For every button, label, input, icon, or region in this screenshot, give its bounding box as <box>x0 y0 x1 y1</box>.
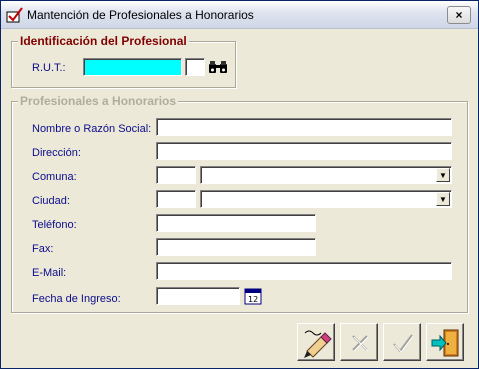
honorarios-legend: Profesionales a Honorarios <box>18 94 179 108</box>
binoculars-icon[interactable] <box>208 59 228 75</box>
nombre-input[interactable] <box>156 118 452 136</box>
main-window: Mantención de Profesionales a Honorarios… <box>0 0 479 369</box>
email-input[interactable] <box>156 262 452 280</box>
svg-text:12: 12 <box>248 295 258 304</box>
rut-dv-input[interactable] <box>185 58 205 76</box>
chevron-down-icon[interactable]: ▼ <box>436 192 450 206</box>
pencil-edit-icon <box>304 330 332 358</box>
fax-input[interactable] <box>156 238 316 256</box>
nombre-label: Nombre o Razón Social: <box>32 123 152 135</box>
ciudad-label: Ciudad: <box>32 195 70 207</box>
fax-label: Fax: <box>32 243 54 255</box>
calendar-icon[interactable]: 12 <box>244 287 262 305</box>
ciudad-select[interactable]: ▼ <box>200 190 452 208</box>
fecha-ingreso-input[interactable] <box>156 287 240 305</box>
chevron-down-icon[interactable]: ▼ <box>436 168 450 182</box>
exit-door-icon <box>431 329 459 357</box>
app-icon <box>6 7 23 23</box>
direccion-input[interactable] <box>156 142 452 160</box>
edit-button[interactable] <box>297 323 335 361</box>
cancel-button[interactable] <box>340 323 378 361</box>
exit-button[interactable] <box>426 323 464 361</box>
email-label: E-Mail: <box>32 267 67 279</box>
close-button[interactable]: × <box>447 6 471 24</box>
window-title: Mantención de Profesionales a Honorarios <box>27 8 254 22</box>
ciudad-code-input[interactable] <box>156 190 196 208</box>
title-bar[interactable]: Mantención de Profesionales a Honorarios… <box>1 1 478 29</box>
rut-label: R.U.T.: <box>32 62 66 74</box>
rut-input[interactable] <box>83 58 182 76</box>
comuna-code-input[interactable] <box>156 166 196 184</box>
telefono-input[interactable] <box>156 214 316 232</box>
check-accept-icon <box>393 334 414 353</box>
comuna-select[interactable]: ▼ <box>200 166 452 184</box>
fecha-ingreso-label: Fecha de Ingreso: <box>32 293 121 305</box>
identification-legend: Identificación del Profesional <box>18 34 189 48</box>
x-cancel-icon <box>352 335 369 352</box>
direccion-label: Dirección: <box>32 147 81 159</box>
comuna-label: Comuna: <box>32 171 77 183</box>
telefono-label: Teléfono: <box>32 219 77 231</box>
accept-button[interactable] <box>383 323 421 361</box>
